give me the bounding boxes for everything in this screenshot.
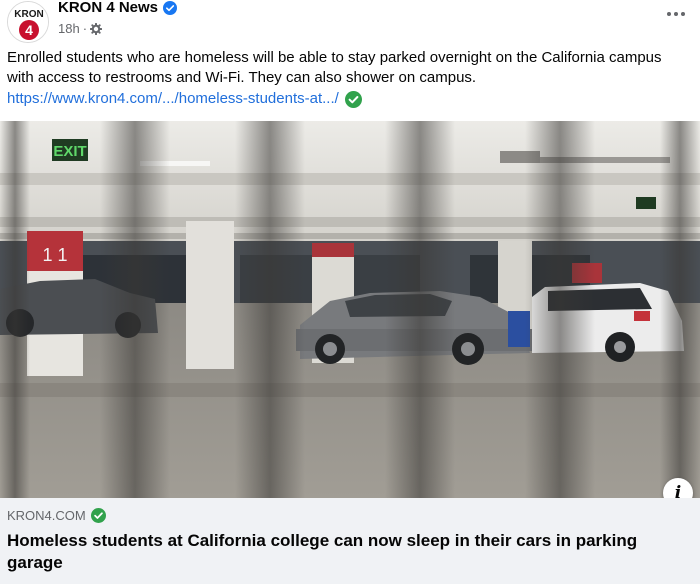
kron4-logo-icon: KRON 4 — [8, 2, 48, 42]
post-photo[interactable]: EXIT 1 1 — [0, 121, 700, 498]
post-caption: Enrolled students who are homeless will … — [7, 49, 662, 86]
facebook-post: KRON 4 KRON 4 News 18h · Enrolled studen… — [0, 0, 700, 584]
preview-headline[interactable]: Homeless students at California college … — [7, 530, 687, 574]
post-header: KRON 4 KRON 4 News 18h · — [0, 0, 700, 44]
post-meta: 18h · — [58, 21, 103, 36]
page-name[interactable]: KRON 4 News — [58, 0, 158, 17]
page-name-link[interactable]: KRON 4 News — [58, 0, 178, 17]
meta-separator: · — [82, 21, 88, 36]
gear-icon — [90, 22, 103, 35]
avatar-text: KRON — [14, 9, 43, 20]
link-preview[interactable]: KRON4.COM Homeless students at Californi… — [0, 498, 700, 584]
article-link[interactable]: https://www.kron4.com/.../homeless-stude… — [7, 89, 339, 109]
caption-link-row: https://www.kron4.com/.../homeless-stude… — [7, 89, 362, 109]
check-circle-icon — [90, 508, 106, 523]
avatar[interactable]: KRON 4 — [7, 1, 49, 43]
timestamp[interactable]: 18h — [58, 21, 80, 36]
preview-domain: KRON4.COM — [7, 508, 86, 523]
pillar-number: 1 1 — [42, 245, 67, 265]
exit-sign: EXIT — [53, 143, 86, 160]
check-circle-icon — [344, 90, 362, 108]
more-options-icon[interactable] — [664, 4, 688, 24]
preview-domain-row: KRON4.COM — [7, 508, 106, 523]
verified-badge-icon — [163, 1, 178, 15]
avatar-number: 4 — [25, 22, 33, 38]
parking-garage-image: EXIT 1 1 — [0, 121, 700, 498]
